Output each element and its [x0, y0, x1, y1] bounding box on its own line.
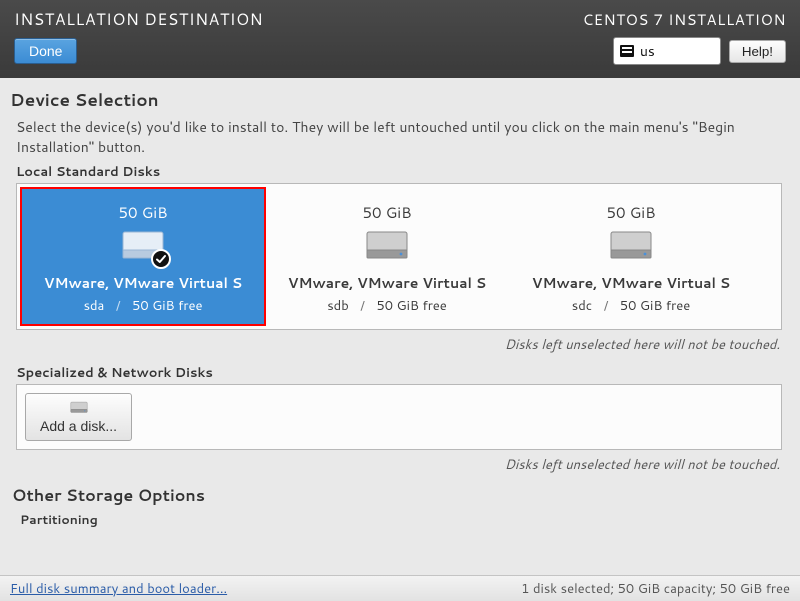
- disk-size: 50 GiB: [513, 202, 749, 223]
- disk-dev: sda: [84, 297, 105, 315]
- network-disks-frame: Add a disk...: [16, 384, 782, 450]
- network-disks-hint: Disks left unselected here will not be t…: [10, 456, 780, 474]
- disk-free: 50 GiB free: [376, 297, 446, 315]
- checkmark-icon: [151, 249, 171, 269]
- help-button[interactable]: Help!: [729, 40, 786, 63]
- device-selection-description: Select the device(s) you'd like to insta…: [16, 118, 782, 157]
- top-bar: INSTALLATION DESTINATION CENTOS 7 INSTAL…: [0, 0, 800, 78]
- disk-status-text: 1 disk selected; 50 GiB capacity; 50 GiB…: [521, 580, 790, 598]
- disk-card-sdc[interactable]: 50 GiB VMware, VMware Virtual S sdc / 50…: [509, 188, 753, 325]
- done-button[interactable]: Done: [14, 38, 77, 64]
- disk-detail: sdb / 50 GiB free: [269, 297, 505, 315]
- disk-summary-link[interactable]: Full disk summary and boot loader...: [10, 580, 227, 598]
- disk-size: 50 GiB: [25, 202, 261, 223]
- keyboard-layout-label: us: [640, 41, 655, 61]
- disk-size: 50 GiB: [269, 202, 505, 223]
- local-disks-frame: 50 GiB VMware, VMware Virtual S sda / 50…: [16, 183, 782, 330]
- disk-detail: sda / 50 GiB free: [25, 297, 261, 315]
- keyboard-layout-selector[interactable]: us: [613, 37, 721, 65]
- add-disk-label: Add a disk...: [40, 418, 117, 434]
- bottom-bar: Full disk summary and boot loader... 1 d…: [0, 575, 800, 601]
- disk-dev: sdb: [327, 297, 349, 315]
- disk-icon: [70, 400, 88, 414]
- hard-disk-icon: [365, 229, 409, 261]
- disk-detail: sdc / 50 GiB free: [513, 297, 749, 315]
- disk-free: 50 GiB free: [132, 297, 202, 315]
- installer-title: CENTOS 7 INSTALLATION: [583, 9, 786, 30]
- disk-card-sdb[interactable]: 50 GiB VMware, VMware Virtual S sdb / 50…: [265, 188, 509, 325]
- disk-name: VMware, VMware Virtual S: [25, 273, 261, 293]
- local-disks-label: Local Standard Disks: [16, 163, 782, 181]
- disk-name: VMware, VMware Virtual S: [513, 273, 749, 293]
- partitioning-label: Partitioning: [20, 511, 778, 529]
- keyboard-icon: [620, 45, 634, 57]
- device-selection-heading: Device Selection: [10, 88, 788, 112]
- disk-card-sda[interactable]: 50 GiB VMware, VMware Virtual S sda / 50…: [21, 188, 265, 325]
- disk-name: VMware, VMware Virtual S: [269, 273, 505, 293]
- local-disks-hint: Disks left unselected here will not be t…: [10, 336, 780, 354]
- other-storage-heading: Other Storage Options: [12, 484, 786, 507]
- network-disks-label: Specialized & Network Disks: [16, 364, 782, 382]
- disk-dev: sdc: [572, 297, 592, 315]
- page-title: INSTALLATION DESTINATION: [14, 8, 263, 31]
- add-disk-button[interactable]: Add a disk...: [25, 393, 132, 441]
- content-area: Device Selection Select the device(s) yo…: [0, 78, 800, 575]
- disk-free: 50 GiB free: [620, 297, 690, 315]
- hard-disk-icon: [609, 229, 653, 261]
